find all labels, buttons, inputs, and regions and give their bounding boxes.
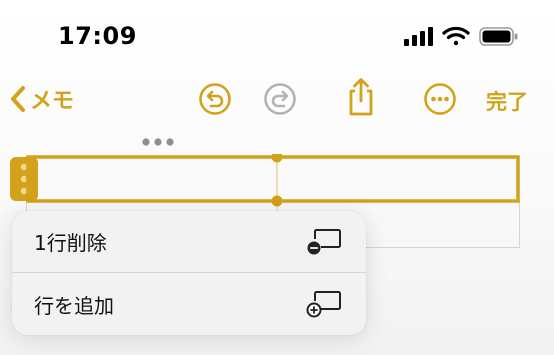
battery-icon bbox=[479, 27, 518, 46]
resize-handle-bottom[interactable] bbox=[271, 195, 283, 207]
chevron-left-icon bbox=[11, 86, 25, 112]
resize-handle-top[interactable] bbox=[271, 154, 283, 163]
status-icons bbox=[404, 26, 520, 48]
column-handle-icon[interactable] bbox=[141, 137, 175, 147]
share-icon[interactable] bbox=[344, 76, 378, 118]
back-button[interactable]: メモ bbox=[10, 84, 74, 114]
delete-row-icon bbox=[307, 228, 341, 254]
status-time: 17:09 bbox=[58, 22, 137, 50]
back-label: メモ bbox=[30, 89, 75, 114]
menu-item-label: 行を追加 bbox=[34, 293, 114, 318]
wifi-icon bbox=[442, 26, 470, 46]
row-handle-icon[interactable] bbox=[10, 157, 38, 201]
add-row-icon bbox=[306, 291, 341, 318]
menu-item-delete-row[interactable]: 1行削除 bbox=[12, 211, 366, 273]
context-menu: 1行削除 行を追加 bbox=[12, 211, 366, 335]
menu-item-add-row[interactable]: 行を追加 bbox=[12, 273, 366, 335]
undo-icon[interactable] bbox=[198, 82, 232, 116]
menu-item-label: 1行削除 bbox=[34, 231, 107, 255]
cellular-signal-icon bbox=[404, 27, 433, 46]
more-circle-icon[interactable] bbox=[423, 82, 457, 116]
redo-icon[interactable] bbox=[263, 82, 297, 116]
done-button[interactable]: 完了 bbox=[486, 86, 528, 116]
